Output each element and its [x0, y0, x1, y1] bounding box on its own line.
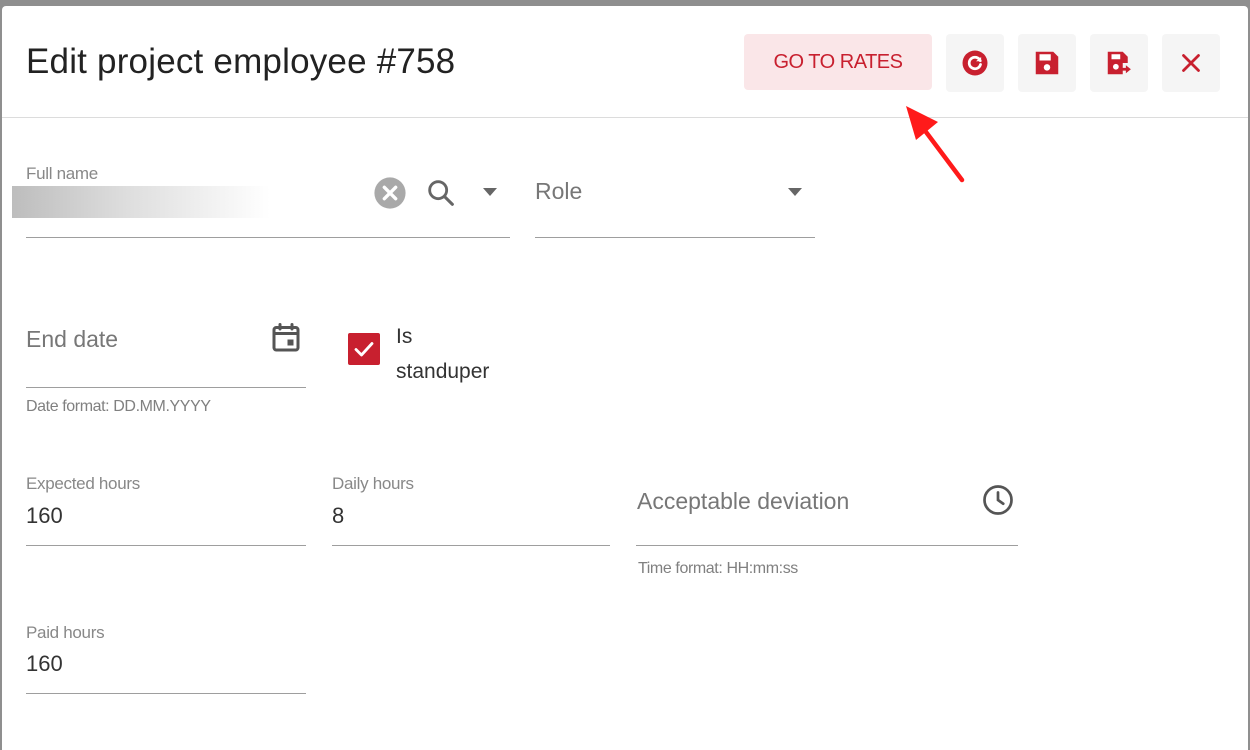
is-standuper-label: Is standuper: [396, 325, 490, 383]
save-and-close-icon: [1107, 51, 1131, 75]
end-date-placeholder: End date: [26, 326, 119, 352]
close-icon: [1182, 54, 1200, 72]
role-dropdown-icon[interactable]: [783, 184, 807, 200]
save-icon: [1035, 51, 1059, 75]
expected-hours-label: Expected hours: [26, 474, 140, 493]
end-date-hint: Date format: DD.MM.YYYY: [26, 398, 211, 415]
full-name-dropdown-icon[interactable]: [478, 184, 502, 200]
clear-icon[interactable]: [373, 176, 407, 210]
edit-employee-dialog: Edit project employee #758 GO TO RATES F…: [2, 6, 1248, 750]
acceptable-deviation-hint: Time format: HH:mm:ss: [638, 560, 798, 577]
go-to-rates-button[interactable]: GO TO RATES: [744, 34, 932, 90]
paid-hours-label: Paid hours: [26, 623, 105, 642]
reload-icon: [962, 50, 988, 76]
daily-hours-value: 8: [332, 503, 345, 528]
daily-hours-label: Daily hours: [332, 474, 414, 493]
expected-hours-value: 160: [26, 503, 63, 528]
role-placeholder: Role: [535, 178, 583, 204]
is-standuper-checkbox[interactable]: [348, 333, 380, 365]
dialog-title: Edit project employee #758: [26, 42, 456, 81]
search-icon[interactable]: [424, 176, 458, 210]
full-name-value-redacted: [12, 186, 270, 218]
calendar-icon[interactable]: [268, 320, 304, 356]
save-button[interactable]: [1018, 34, 1076, 92]
dialog-header: Edit project employee #758 GO TO RATES: [2, 6, 1248, 118]
close-button[interactable]: [1162, 34, 1220, 92]
full-name-label: Full name: [26, 164, 98, 183]
reload-button[interactable]: [946, 34, 1004, 92]
acceptable-deviation-placeholder: Acceptable deviation: [637, 488, 850, 514]
checkmark-icon: [354, 342, 374, 357]
clock-icon[interactable]: [980, 482, 1016, 518]
annotation-arrow-icon: [906, 106, 965, 183]
paid-hours-value: 160: [26, 651, 63, 676]
save-and-close-button[interactable]: [1090, 34, 1148, 92]
